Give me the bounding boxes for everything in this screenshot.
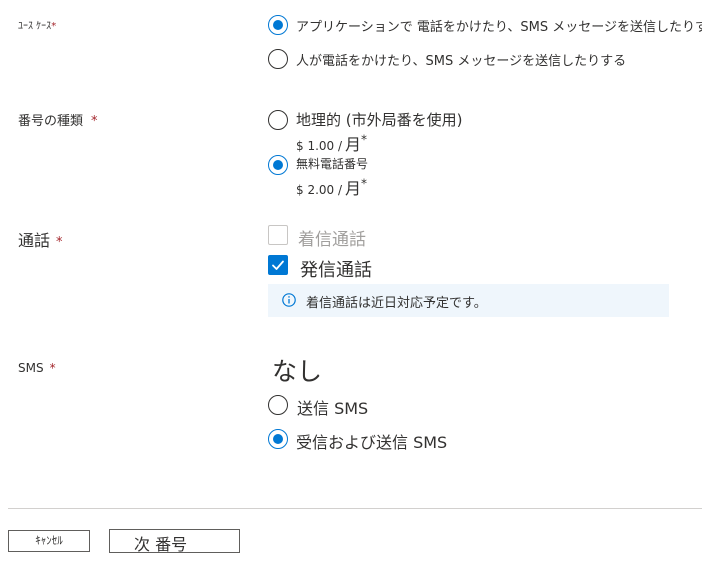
sms-label: SMS * — [18, 361, 56, 375]
next-button[interactable]: 次 番号 — [109, 529, 240, 553]
incoming-calls-label: 着信通話 — [298, 230, 366, 250]
required-mark: * — [56, 235, 63, 250]
sms-option-inbound-outbound-label[interactable]: 受信および送信 SMS — [296, 429, 447, 453]
use-case-label: ﾕｰｽ ｹｰｽ* — [18, 17, 56, 32]
price-amount: $ 1.00 / — [296, 139, 343, 153]
use-case-radio-app[interactable] — [268, 15, 288, 35]
number-type-option-toll-free-label[interactable]: 無料電話番号 — [296, 155, 368, 172]
toll-free-price: $ 2.00 /月* — [296, 175, 367, 199]
sms-option-none-label[interactable]: なし — [272, 352, 322, 388]
price-footnote-mark: * — [361, 176, 368, 191]
sms-radio-outbound[interactable] — [268, 395, 288, 415]
number-type-radio-geographic[interactable] — [268, 110, 288, 130]
footer-divider — [8, 508, 702, 509]
info-message-text: 着信通話は近日対応予定です。 — [306, 296, 487, 311]
outgoing-calls-checkbox[interactable] — [268, 255, 288, 275]
sms-label-text: SMS — [18, 361, 44, 375]
use-case-radio-person[interactable] — [268, 49, 288, 69]
price-unit: 月 — [345, 135, 362, 154]
incoming-calls-checkbox[interactable] — [268, 225, 288, 245]
use-case-option-app-label[interactable]: アプリケーションで 電話をかけたり、SMS メッセージを送信したりする — [296, 16, 702, 35]
use-case-label-text: ﾕｰｽ ｹｰｽ — [18, 21, 52, 32]
use-case-option-person-label[interactable]: 人が電話をかけたり、SMS メッセージを送信したりする — [296, 50, 626, 69]
checkmark-icon — [272, 260, 284, 270]
required-mark: * — [51, 21, 57, 32]
calling-label: 通話 * — [18, 227, 63, 251]
required-mark: * — [49, 361, 56, 375]
sms-option-outbound-label[interactable]: 送信 SMS — [297, 395, 368, 419]
price-footnote-mark: * — [361, 132, 368, 147]
number-type-option-geographic-label[interactable]: 地理的 (市外局番を使用) — [296, 109, 462, 130]
number-type-label: 番号の種類 * — [18, 110, 98, 129]
info-icon — [282, 293, 296, 307]
required-mark: * — [91, 114, 98, 129]
geographic-price: $ 1.00 /月* — [296, 131, 367, 155]
number-type-label-text: 番号の種類 — [18, 114, 84, 129]
price-amount: $ 2.00 / — [296, 183, 343, 197]
number-type-radio-toll-free[interactable] — [268, 155, 288, 175]
sms-radio-inbound-outbound[interactable] — [268, 429, 288, 449]
cancel-button[interactable]: ｷｬﾝｾﾙ — [8, 530, 90, 552]
price-unit: 月 — [345, 179, 362, 198]
info-message-bar: 着信通話は近日対応予定です。 — [268, 284, 669, 317]
calling-label-text: 通話 — [18, 231, 51, 250]
outgoing-calls-label[interactable]: 発信通話 — [300, 256, 372, 282]
